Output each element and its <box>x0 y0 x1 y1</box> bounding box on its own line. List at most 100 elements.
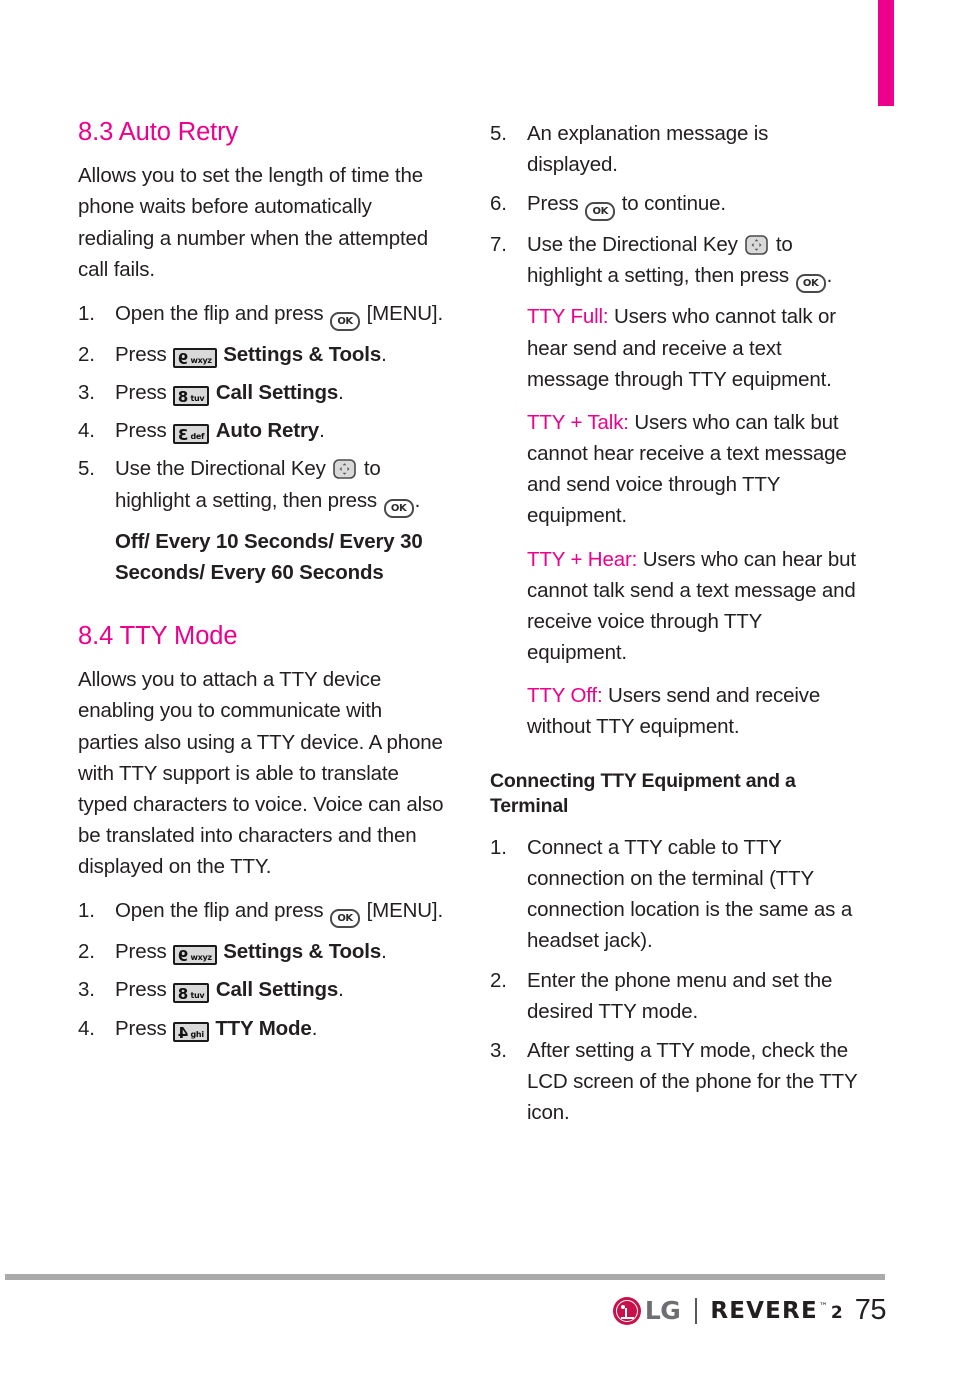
section-heading-8-3: 8.3 Auto Retry <box>78 118 239 146</box>
step-menu-label: TTY Mode <box>215 1016 312 1040</box>
step-number: 3. <box>490 1038 507 1062</box>
lg-logo-icon <box>612 1296 641 1325</box>
subsection-heading-connecting-tty: Connecting TTY Equipment and a Terminal <box>490 769 796 818</box>
step-text: An explanation message is displayed. <box>527 122 769 177</box>
step-item: 2. Press 9 wxyz Settings & Tools. <box>78 339 448 370</box>
step-text-post: [MENU]. <box>361 899 444 923</box>
step-text-pre: Press <box>115 1016 173 1040</box>
step-text: Connect a TTY cable to TTY connection on… <box>527 835 853 953</box>
definition-term: TTY Off: <box>527 684 603 708</box>
step-menu-label: Settings & Tools <box>223 342 382 366</box>
manual-page: 8.3 Auto Retry Allows you to set the len… <box>0 0 954 1376</box>
step-text-post: to continue. <box>616 192 726 216</box>
step-menu-label: Call Settings <box>215 381 339 405</box>
tty-mode-continued-steps: 5. An explanation message is displayed. 6… <box>490 118 860 294</box>
step-item: 4. Press 4 ghi TTY Mode. <box>78 1013 448 1044</box>
definition-term: TTY Full: <box>527 305 609 329</box>
step-item: 5. Use the Directional Key to highlight a… <box>78 453 448 518</box>
step-item: 2. Enter the phone menu and set the desir… <box>490 965 860 1027</box>
ok-key-icon: OK <box>330 909 361 929</box>
definition-tty-talk: TTY + Talk: Users who can talk but canno… <box>490 407 860 532</box>
step-text-post: . <box>338 381 344 405</box>
keypad-8-icon: 8 tuv <box>173 983 210 1004</box>
section-heading-8-4: 8.4 TTY Mode <box>78 621 238 650</box>
page-footer: LG REVERE™ 2 75 <box>0 1294 894 1327</box>
step-item: 1. Connect a TTY cable to TTY connection … <box>490 832 860 957</box>
step-item: 1. Open the flip and press OK [MENU]. <box>78 298 448 331</box>
step-number: 4. <box>78 419 95 443</box>
step-text-post2: . <box>826 264 833 288</box>
step-text-pre: Press <box>115 978 173 1002</box>
step-text-pre: Open the flip and press <box>115 301 330 325</box>
step-number: 2. <box>78 940 95 964</box>
right-column: 5. An explanation message is displayed. 6… <box>490 118 860 1136</box>
step-text-pre: Press <box>115 342 173 366</box>
step-number: 4. <box>78 1016 95 1040</box>
step-text-post: . <box>319 419 325 443</box>
step-text-post: . <box>381 342 387 366</box>
step-item: 6. Press OK to continue. <box>490 188 860 222</box>
definition-tty-off: TTY Off: Users send and receive without … <box>490 680 860 742</box>
definition-tty-hear: TTY + Hear: Users who can hear but canno… <box>490 544 860 669</box>
step-item: 7. Use the Directional Key to highlight a… <box>490 229 860 294</box>
model-suffix-text: 2 <box>830 1302 843 1323</box>
step-text-pre: Press <box>115 419 173 443</box>
left-column: 8.3 Auto Retry Allows you to set the len… <box>78 118 448 1136</box>
step-text-pre: Use the Directional Key <box>527 233 744 257</box>
step-menu-label: Settings & Tools <box>223 940 382 964</box>
step-text-pre: Use the Directional Key <box>115 457 332 481</box>
definition-term: TTY + Hear: <box>527 547 638 571</box>
auto-retry-options: Off/ Every 10 Seconds/ Every 30 Seconds/… <box>115 529 423 584</box>
step-item: 1. Open the flip and press OK [MENU]. <box>78 895 448 929</box>
section-8-4-intro: Allows you to attach a TTY device enabli… <box>78 668 444 879</box>
step-item: 4. Press 3 def Auto Retry. <box>78 415 448 446</box>
step-text-pre: Press <box>115 381 173 405</box>
keypad-8-icon: 8 tuv <box>173 386 210 407</box>
step-item: 3. Press 8 tuv Call Settings. <box>78 377 448 408</box>
connecting-tty-steps: 1. Connect a TTY cable to TTY connection … <box>490 832 860 1128</box>
keypad-4-icon: 4 ghi <box>173 1021 209 1042</box>
definition-tty-full: TTY Full: Users who cannot talk or hear … <box>490 301 860 394</box>
section-8-3-intro: Allows you to set the length of time the… <box>78 164 429 281</box>
page-number: 75 <box>854 1294 887 1326</box>
step-item: 3. Press 8 tuv Call Settings. <box>78 974 448 1005</box>
step-number: 1. <box>78 899 95 923</box>
step-text: Enter the phone menu and set the desired… <box>527 968 833 1023</box>
step-number: 2. <box>490 968 507 992</box>
keypad-9-icon: 9 wxyz <box>173 945 217 966</box>
definition-term: TTY + Talk: <box>527 410 629 434</box>
step-number: 5. <box>490 122 507 145</box>
directional-key-icon <box>333 459 357 480</box>
ok-key-icon: OK <box>795 274 826 294</box>
step-text-pre: Press <box>115 940 173 964</box>
lg-brand-text: LG <box>644 1296 681 1325</box>
step-number: 1. <box>78 301 95 325</box>
step-item: 2. Press 9 wxyz Settings & Tools. <box>78 936 448 967</box>
step-item: 5. An explanation message is displayed. <box>490 118 860 180</box>
step-text-post: . <box>338 978 344 1002</box>
section-8-4-steps: 1. Open the flip and press OK [MENU]. 2. P… <box>78 895 448 1043</box>
step-number: 3. <box>78 978 95 1002</box>
step-text-pre: Open the flip and press <box>115 899 330 923</box>
keypad-9-icon: 9 wxyz <box>173 347 217 368</box>
step-menu-label: Auto Retry <box>215 419 320 443</box>
model-name-text: REVERE <box>710 1297 818 1324</box>
step-text: After setting a TTY mode, check the LCD … <box>527 1038 858 1125</box>
step-item: 3. After setting a TTY mode, check the LC… <box>490 1035 860 1128</box>
step-number: 5. <box>78 457 95 481</box>
trademark-symbol: ™ <box>818 1301 828 1312</box>
keypad-3-icon: 3 def <box>173 424 210 445</box>
step-text-pre: Press <box>527 192 585 216</box>
footer-separator <box>695 1297 698 1324</box>
step-text-post: [MENU]. <box>361 301 444 325</box>
page-columns: 8.3 Auto Retry Allows you to set the len… <box>78 118 878 1136</box>
model-name-group: REVERE™ 2 <box>710 1298 842 1324</box>
ok-key-icon: OK <box>585 202 616 222</box>
footer-divider-rule <box>5 1274 885 1280</box>
step-text-post: . <box>311 1016 318 1040</box>
step-number: 3. <box>78 381 95 405</box>
ok-key-icon: OK <box>330 311 361 331</box>
ok-key-icon: OK <box>383 498 414 518</box>
step-number: 6. <box>490 192 507 216</box>
step-text-post: . <box>381 940 387 964</box>
